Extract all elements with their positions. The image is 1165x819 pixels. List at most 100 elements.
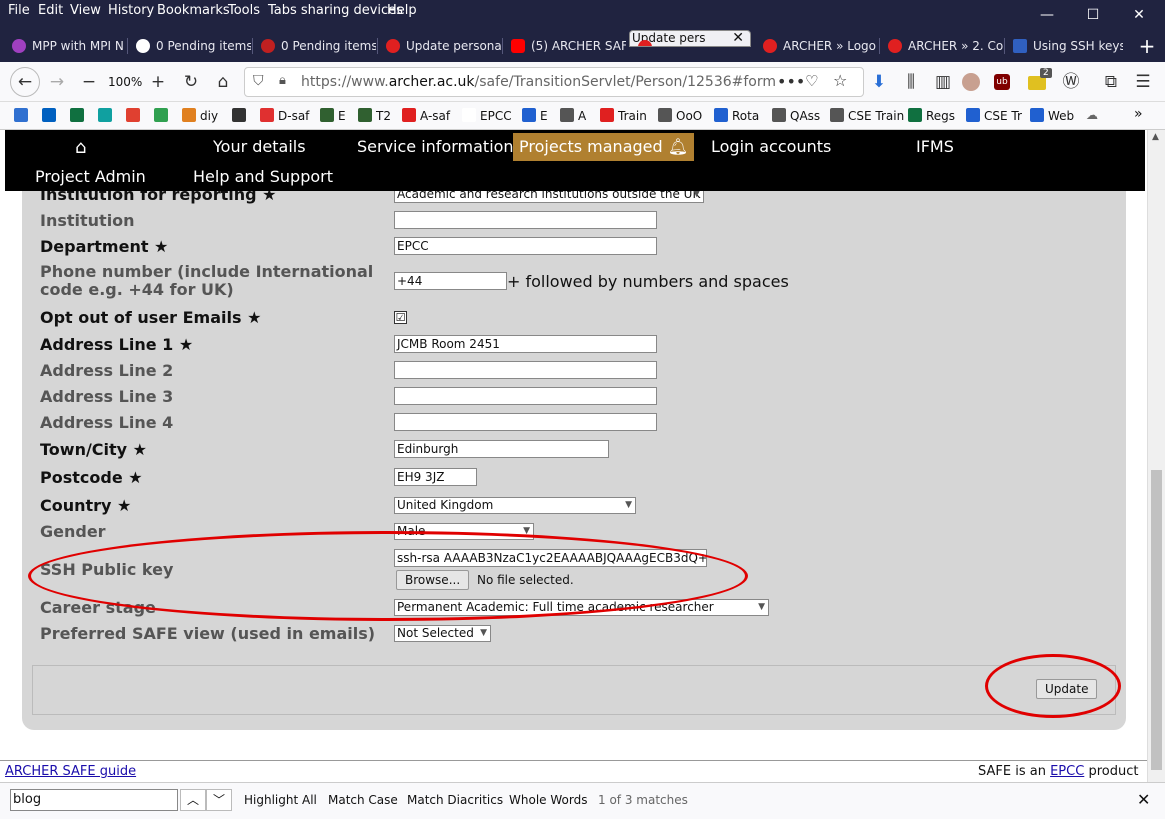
lock-icon[interactable]: 🔒︎ bbox=[279, 73, 286, 88]
town-city-input[interactable]: Edinburgh bbox=[394, 440, 609, 458]
maximize-icon[interactable]: ☐ bbox=[1078, 4, 1108, 26]
nav-projects-managed[interactable]: Projects managed 🔔︎ bbox=[513, 133, 695, 161]
minimize-icon[interactable]: — bbox=[1032, 4, 1062, 26]
country-select[interactable]: United Kingdom ▼ bbox=[394, 496, 636, 514]
safe-guide-link[interactable]: ARCHER SAFE guide bbox=[5, 764, 136, 779]
new-tab-icon[interactable]: + bbox=[1132, 35, 1162, 57]
menu-file[interactable]: File bbox=[8, 3, 30, 18]
bookmark-ooo[interactable]: OoO bbox=[658, 108, 702, 123]
tab-2[interactable]: 0 Pending items bbox=[253, 30, 376, 62]
sidebar-icon[interactable]: ▥ bbox=[930, 70, 956, 94]
hamburger-menu-icon[interactable]: ☰ bbox=[1130, 70, 1156, 94]
menu-tools[interactable]: Tools bbox=[228, 3, 260, 18]
bookmark-drive[interactable] bbox=[154, 108, 172, 123]
tab-1[interactable]: 0 Pending items bbox=[128, 30, 251, 62]
highlight-all-option[interactable]: Highlight All bbox=[244, 793, 317, 807]
bookmark-outlook[interactable] bbox=[42, 108, 60, 123]
wordpress-icon[interactable]: Ⓦ bbox=[1058, 70, 1084, 94]
nav-ifms[interactable]: IFMS bbox=[916, 137, 954, 156]
address-line-3-input[interactable] bbox=[394, 387, 657, 405]
bookmark-star-icon[interactable]: ☆ bbox=[833, 71, 847, 90]
page-scrollbar[interactable]: ▲ bbox=[1147, 130, 1165, 782]
url-text[interactable]: https://www.archer.ac.uk/safe/Transition… bbox=[301, 74, 776, 90]
institution-input[interactable] bbox=[394, 211, 657, 229]
close-find-bar-icon[interactable]: ✕ bbox=[1137, 790, 1150, 809]
tab-6[interactable]: ARCHER » Logo bbox=[755, 30, 878, 62]
menu-tabs-sharing[interactable]: Tabs sharing devices bbox=[268, 3, 403, 18]
ublock-icon[interactable]: ub bbox=[994, 74, 1010, 90]
nav-project-admin[interactable]: Project Admin bbox=[35, 167, 146, 186]
bookmark-d-saf[interactable]: D-saf bbox=[260, 108, 309, 123]
bookmark-t2[interactable]: T2 bbox=[358, 108, 391, 123]
forward-arrow-icon[interactable]: → bbox=[44, 70, 70, 94]
bookmark-e[interactable]: E bbox=[320, 108, 346, 123]
nav-service-information[interactable]: Service information bbox=[357, 137, 514, 156]
home-icon[interactable]: ⌂ bbox=[75, 137, 86, 158]
zoom-level[interactable]: 100% bbox=[108, 75, 142, 89]
match-case-option[interactable]: Match Case bbox=[328, 793, 398, 807]
bookmark-sway[interactable] bbox=[98, 108, 116, 123]
tab-4[interactable]: (5) ARCHER SAF bbox=[503, 30, 626, 62]
cloud-icon[interactable]: ☁ bbox=[1086, 108, 1098, 122]
bookmark-train[interactable]: Train bbox=[600, 108, 647, 123]
menu-history[interactable]: History bbox=[108, 3, 154, 18]
bookmark-e2[interactable]: E bbox=[522, 108, 548, 123]
shield-icon[interactable]: ⛉ bbox=[253, 73, 264, 89]
bookmark-web[interactable]: Web bbox=[1030, 108, 1074, 123]
address-line-4-input[interactable] bbox=[394, 413, 657, 431]
tab-3[interactable]: Update persona bbox=[378, 30, 501, 62]
bookmark-gear[interactable] bbox=[232, 108, 250, 123]
library-icon[interactable]: ⫼ bbox=[898, 70, 924, 94]
bookmark-qass[interactable]: QAss bbox=[772, 108, 820, 123]
opt-out-emails-checkbox[interactable]: ☑ bbox=[394, 311, 407, 324]
bookmark-cse-train[interactable]: CSE Train bbox=[830, 108, 904, 123]
bookmark-rota[interactable]: Rota bbox=[714, 108, 759, 123]
avatar[interactable] bbox=[962, 73, 980, 91]
url-bar[interactable]: ⛉ 🔒︎ https://www.archer.ac.uk/safe/Trans… bbox=[244, 67, 864, 97]
home-icon[interactable]: ⌂ bbox=[210, 70, 236, 94]
zoom-out-icon[interactable]: − bbox=[76, 70, 102, 94]
close-window-icon[interactable]: ✕ bbox=[1124, 4, 1154, 26]
tab-0[interactable]: MPP with MPI N bbox=[4, 30, 127, 62]
department-input[interactable]: EPCC bbox=[394, 237, 657, 255]
nav-your-details[interactable]: Your details bbox=[213, 137, 306, 156]
menu-bookmarks[interactable]: Bookmarks bbox=[157, 3, 230, 18]
address-line-1-input[interactable]: JCMB Room 2451 bbox=[394, 335, 657, 353]
bookmark-gmail[interactable] bbox=[126, 108, 144, 123]
reload-icon[interactable]: ↻ bbox=[178, 70, 204, 94]
find-input[interactable]: blog bbox=[10, 789, 178, 811]
bookmark-forms[interactable] bbox=[70, 108, 88, 123]
scroll-up-icon[interactable]: ▲ bbox=[1152, 132, 1159, 142]
menu-view[interactable]: View bbox=[70, 3, 101, 18]
find-previous-icon[interactable]: ︿ bbox=[180, 789, 206, 811]
phone-input[interactable]: +44 bbox=[394, 272, 507, 290]
back-arrow-icon[interactable]: ← bbox=[10, 67, 40, 97]
tab-7[interactable]: ARCHER » 2. Co bbox=[880, 30, 1003, 62]
more-bookmarks-icon[interactable]: » bbox=[1134, 106, 1143, 122]
epcc-link[interactable]: EPCC bbox=[1050, 764, 1084, 779]
bookmark-a-saf[interactable]: A-saf bbox=[402, 108, 450, 123]
bookmark-diy[interactable]: diy bbox=[182, 108, 218, 123]
extension-icon[interactable] bbox=[1028, 76, 1046, 90]
zoom-in-icon[interactable]: + bbox=[145, 70, 171, 94]
preferred-view-select[interactable]: Not Selected ▼ bbox=[394, 624, 491, 642]
match-diacritics-option[interactable]: Match Diacritics bbox=[407, 793, 503, 807]
menu-help[interactable]: Help bbox=[387, 3, 417, 18]
bookmark-epcc[interactable]: EPCC bbox=[462, 108, 512, 123]
nav-help-and-support[interactable]: Help and Support bbox=[193, 167, 333, 186]
extensions-icon[interactable]: ⧉ bbox=[1098, 70, 1124, 94]
menu-edit[interactable]: Edit bbox=[38, 3, 63, 18]
find-next-icon[interactable]: ﹀ bbox=[206, 789, 232, 811]
download-icon[interactable]: ⬇ bbox=[866, 70, 892, 94]
tab-5-active[interactable]: Update pers ✕ bbox=[629, 30, 751, 47]
tab-close-icon[interactable]: ✕ bbox=[732, 31, 744, 46]
whole-words-option[interactable]: Whole Words bbox=[509, 793, 587, 807]
nav-login-accounts[interactable]: Login accounts bbox=[711, 137, 831, 156]
bookmark-a[interactable]: A bbox=[560, 108, 586, 123]
bookmark-calendar[interactable] bbox=[14, 108, 32, 123]
page-actions-icon[interactable]: ••• bbox=[777, 72, 805, 91]
postcode-input[interactable]: EH9 3JZ bbox=[394, 468, 477, 486]
bookmark-regs[interactable]: Regs bbox=[908, 108, 955, 123]
tab-8[interactable]: Using SSH keys bbox=[1005, 30, 1123, 62]
address-line-2-input[interactable] bbox=[394, 361, 657, 379]
